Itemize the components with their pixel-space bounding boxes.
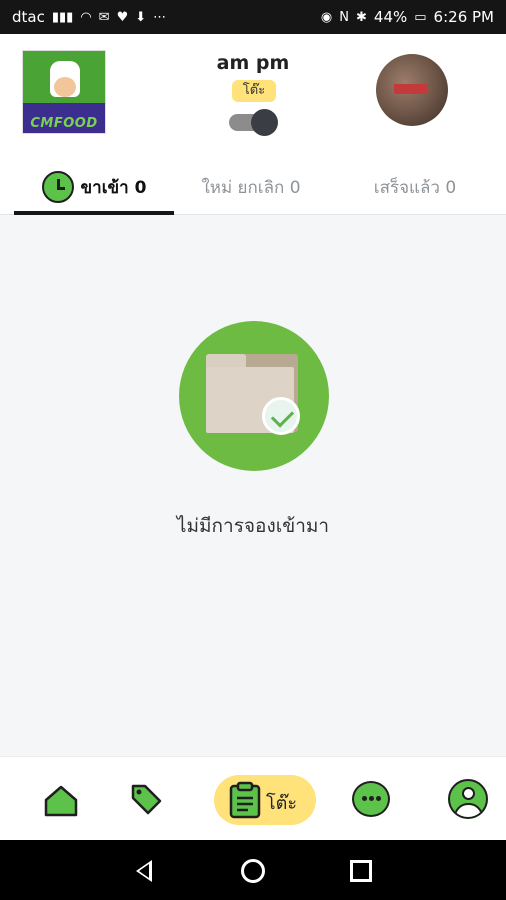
battery-level: 44% (373, 8, 408, 26)
home-circle-icon[interactable] (241, 859, 265, 883)
toggle-knob (251, 109, 278, 136)
nav-tables[interactable]: โต๊ะ (214, 775, 316, 825)
nav-promotions[interactable] (120, 775, 170, 825)
clock: 6:26 PM (433, 8, 494, 26)
avatar-photo-detail (394, 84, 428, 94)
bottom-navigation: โต๊ะ (0, 756, 506, 840)
nfc-icon: N (339, 9, 349, 25)
clock-icon (41, 171, 74, 203)
checkmark-icon (262, 397, 300, 435)
home-icon (44, 785, 78, 817)
table-chip: โต๊ะ (232, 80, 276, 102)
tab-new-cancel[interactable]: ใหม่ ยกเลิก 0 (176, 159, 326, 215)
open-toggle[interactable] (229, 109, 279, 136)
notification-icon: ✉ (98, 9, 110, 25)
chat-icon (352, 781, 390, 817)
logo-text: CMFOOD (30, 116, 98, 131)
nav-profile[interactable] (444, 775, 494, 825)
tab-incoming[interactable]: ขาเข้า 0 (14, 159, 174, 215)
tab-new-cancel-label: ใหม่ ยกเลิก 0 (201, 177, 301, 198)
bluetooth-icon: ✱ (356, 9, 367, 25)
more-icon: ⋯ (153, 9, 167, 25)
tab-completed[interactable]: เสร็จแล้ว 0 (335, 159, 495, 215)
recent-apps-icon[interactable] (350, 860, 372, 882)
nav-tables-label: โต๊ะ (266, 793, 298, 814)
restaurant-title: am pm (216, 52, 290, 74)
battery-icon: ▭ (414, 9, 427, 25)
carrier-label: dtac (12, 8, 45, 26)
chef-face-shape (54, 77, 76, 97)
empty-folder-icon (179, 321, 329, 471)
user-avatar[interactable] (376, 54, 448, 126)
tag-icon (131, 784, 162, 815)
nav-home[interactable] (36, 775, 86, 825)
booking-tabs: ขาเข้า 0 ใหม่ ยกเลิก 0 เสร็จแล้ว 0 (0, 159, 506, 215)
download-icon: ⬇ (135, 9, 147, 25)
empty-state-message: ไม่มีการจองเข้ามา (176, 515, 330, 537)
status-bar: dtac ▮▮▮ ◠ ✉ ♥ ⬇ ⋯ ◉ N ✱ 44% ▭ 6:26 PM (0, 0, 506, 34)
heart-icon: ♥ (116, 9, 129, 25)
profile-icon (448, 779, 488, 819)
system-navigation-bar (0, 840, 506, 900)
signal-icon: ▮▮▮ (51, 9, 74, 25)
empty-state: ไม่มีการจองเข้ามา (0, 215, 506, 755)
tab-incoming-label: ขาเข้า 0 (80, 177, 147, 198)
app-header: CMFOOD am pm โต๊ะ ขาเข้า 0 ใหม่ ยกเลิก 0… (0, 34, 506, 215)
nav-chat[interactable] (350, 775, 400, 825)
eye-icon: ◉ (320, 9, 333, 25)
restaurant-logo[interactable]: CMFOOD (22, 50, 106, 134)
clipboard-icon (229, 781, 261, 819)
wifi-icon: ◠ (80, 9, 92, 25)
back-icon[interactable] (136, 860, 152, 882)
tab-completed-label: เสร็จแล้ว 0 (373, 177, 457, 198)
